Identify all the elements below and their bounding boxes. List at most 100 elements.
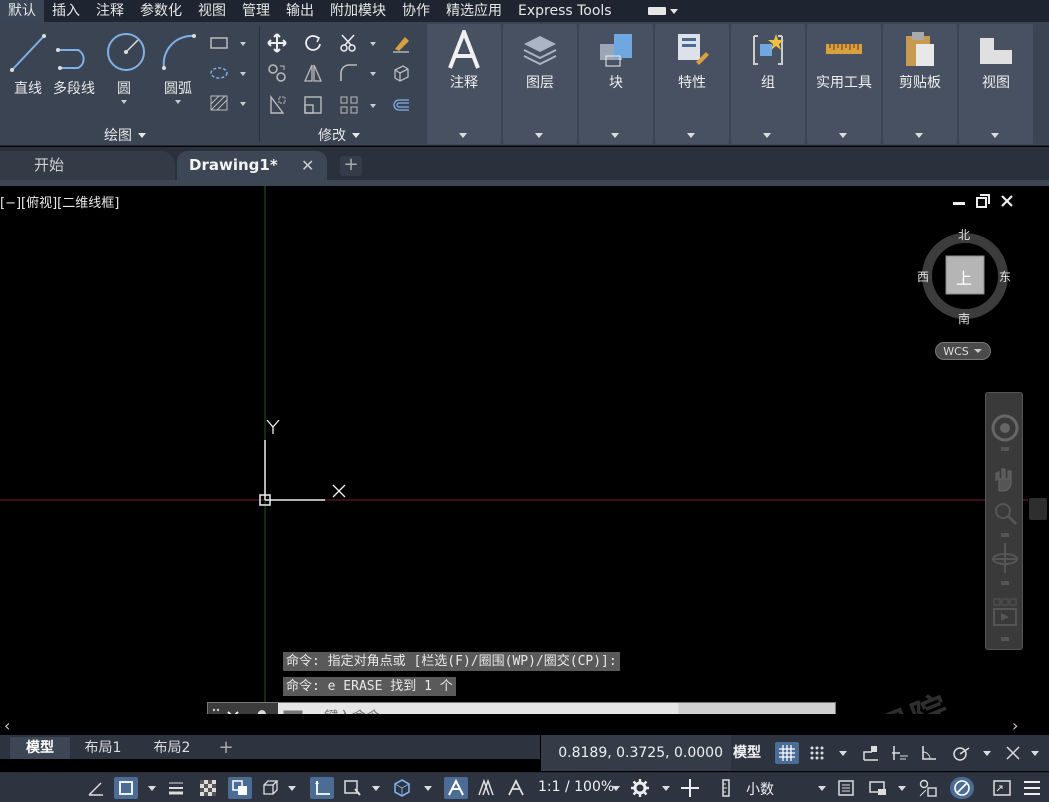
snap-toggle[interactable] — [805, 742, 829, 764]
gizmo-toggle[interactable] — [390, 777, 414, 799]
menu-item-collaborate[interactable]: 协作 — [394, 0, 438, 22]
ribbon-group-properties[interactable]: 特性 — [655, 24, 729, 144]
stretch-tool-button[interactable] — [265, 94, 289, 116]
chevron-down-icon[interactable] — [898, 786, 906, 791]
menu-item-manage[interactable]: 管理 — [234, 0, 278, 22]
selection-filter-toggle[interactable] — [340, 777, 364, 799]
lock-ui-toggle[interactable] — [866, 777, 890, 799]
drawing-canvas[interactable]: [−][俯视][二维线框] 小小绘图院 — [0, 186, 1028, 714]
chevron-down-icon[interactable] — [370, 72, 376, 76]
ortho-toggle[interactable] — [917, 742, 941, 764]
clean-screen-toggle[interactable] — [990, 777, 1014, 799]
chevron-down-icon[interactable] — [175, 100, 181, 104]
menu-item-addins[interactable]: 附加模块 — [322, 0, 394, 22]
ribbon-group-layers[interactable]: 图层 — [503, 24, 577, 144]
infer-constraints-toggle[interactable] — [859, 742, 883, 764]
scale-tool-button[interactable] — [301, 94, 325, 116]
fillet-tool-button[interactable] — [337, 62, 361, 84]
ellipse-tool-button[interactable] — [207, 62, 231, 84]
menu-item-featured-apps[interactable]: 精选应用 — [438, 0, 510, 22]
annotation-scale-icon-button[interactable] — [504, 777, 528, 799]
annotation-visibility-toggle[interactable] — [444, 777, 468, 799]
move-tool-button[interactable] — [265, 32, 289, 54]
chevron-down-icon[interactable] — [121, 100, 127, 104]
viewcube-east[interactable]: 东 — [999, 268, 1011, 285]
erase-tool-button[interactable] — [389, 32, 413, 54]
chevron-right-icon[interactable]: › — [1012, 716, 1018, 735]
ribbon-group-group[interactable]: 组 — [731, 24, 805, 144]
mirror-tool-button[interactable] — [301, 62, 325, 84]
add-layout-button[interactable]: + — [212, 737, 240, 759]
draw-panel-title[interactable]: 绘图 — [104, 126, 146, 144]
chevron-left-icon[interactable]: ‹ — [4, 716, 10, 735]
viewport-controls-label[interactable]: [−][俯视][二维线框] — [0, 192, 119, 211]
offset-tool-button[interactable] — [389, 94, 413, 116]
annotation-scale[interactable]: 1:1 / 100% — [538, 779, 614, 795]
isolate-objects-toggle[interactable] — [916, 777, 940, 799]
viewcube[interactable]: 北 南 东 西 上 — [916, 222, 1016, 328]
object-snap-tracking-toggle[interactable] — [84, 777, 108, 799]
chevron-down-icon[interactable] — [1031, 751, 1039, 756]
layout-tab-layout2[interactable]: 布局2 — [140, 737, 204, 759]
transparency-toggle[interactable] — [196, 777, 220, 799]
menu-item-parametric[interactable]: 参数化 — [132, 0, 190, 22]
chevron-down-icon[interactable] — [818, 786, 826, 791]
tab-drawing1[interactable]: Drawing1* ✕ — [177, 151, 327, 180]
chevron-down-icon[interactable] — [839, 751, 847, 756]
trim-tool-button[interactable] — [337, 32, 361, 54]
auto-scale-toggle[interactable] — [474, 777, 498, 799]
rectangle-tool-button[interactable] — [207, 32, 231, 54]
menu-item-insert[interactable]: 插入 — [44, 0, 88, 22]
copy-tool-button[interactable] — [265, 62, 289, 84]
object-snap-toggle[interactable] — [114, 777, 138, 799]
polyline-tool-button[interactable]: 多段线 — [46, 28, 102, 106]
chevron-down-icon[interactable] — [240, 42, 246, 46]
model-space-button[interactable]: 模型 — [733, 742, 761, 762]
minimize-icon[interactable] — [952, 194, 966, 208]
chevron-down-icon[interactable] — [983, 751, 991, 756]
units-icon-button[interactable] — [714, 777, 738, 799]
cursor-coordinates[interactable]: 0.8189, 0.3725, 0.0000 — [541, 735, 731, 771]
layout-tab-layout1[interactable]: 布局1 — [72, 737, 134, 759]
hardware-acceleration-toggle[interactable] — [950, 777, 974, 799]
close-icon[interactable]: ✕ — [301, 151, 314, 180]
dynamic-ucs-toggle[interactable] — [310, 777, 334, 799]
grid-toggle[interactable] — [775, 742, 799, 764]
tab-start[interactable]: 开始 — [0, 151, 175, 180]
ribbon-group-utilities[interactable]: 实用工具 — [807, 24, 881, 144]
ribbon-group-clipboard[interactable]: 剪贴板 — [883, 24, 957, 144]
circle-tool-button[interactable]: 圆 — [96, 28, 152, 106]
chevron-down-icon[interactable] — [240, 102, 246, 106]
polar-tracking-toggle[interactable] — [949, 742, 973, 764]
restore-icon[interactable] — [976, 194, 990, 208]
wcs-menu-button[interactable]: WCS — [935, 342, 991, 360]
close-icon[interactable] — [1000, 194, 1014, 208]
workspace-switch[interactable] — [628, 777, 652, 799]
scrollbar-thumb[interactable] — [1029, 498, 1047, 520]
units-selector[interactable]: 小数 — [746, 779, 774, 799]
hatch-tool-button[interactable] — [207, 92, 231, 114]
rotate-tool-button[interactable] — [301, 32, 325, 54]
dynamic-input-toggle[interactable] — [889, 742, 913, 764]
ribbon-group-block[interactable]: 块 — [579, 24, 653, 144]
customization-menu[interactable] — [1020, 777, 1044, 799]
annotation-monitor-toggle[interactable] — [678, 777, 702, 799]
chevron-down-icon[interactable] — [612, 786, 620, 791]
menu-item-output[interactable]: 输出 — [278, 0, 322, 22]
menu-item-express-tools[interactable]: Express Tools — [510, 0, 620, 22]
modify-panel-title[interactable]: 修改 — [318, 126, 360, 144]
chevron-down-icon[interactable] — [240, 72, 246, 76]
3d-object-snap-toggle[interactable] — [258, 777, 282, 799]
chevron-down-icon[interactable] — [288, 786, 296, 791]
array-tool-button[interactable] — [337, 94, 361, 116]
viewcube-top-face[interactable]: 上 — [956, 265, 972, 289]
chevron-down-icon[interactable] — [370, 104, 376, 108]
menu-item-view[interactable]: 视图 — [190, 0, 234, 22]
new-tab-button[interactable]: + — [340, 156, 362, 176]
ribbon-group-view[interactable]: 视图 — [959, 24, 1033, 144]
chevron-down-icon[interactable] — [424, 786, 432, 791]
viewcube-south[interactable]: 南 — [958, 310, 970, 327]
lineweight-toggle[interactable] — [164, 777, 188, 799]
chevron-down-icon[interactable] — [662, 786, 670, 791]
horizontal-scrollbar[interactable]: ‹ › — [0, 714, 1028, 735]
